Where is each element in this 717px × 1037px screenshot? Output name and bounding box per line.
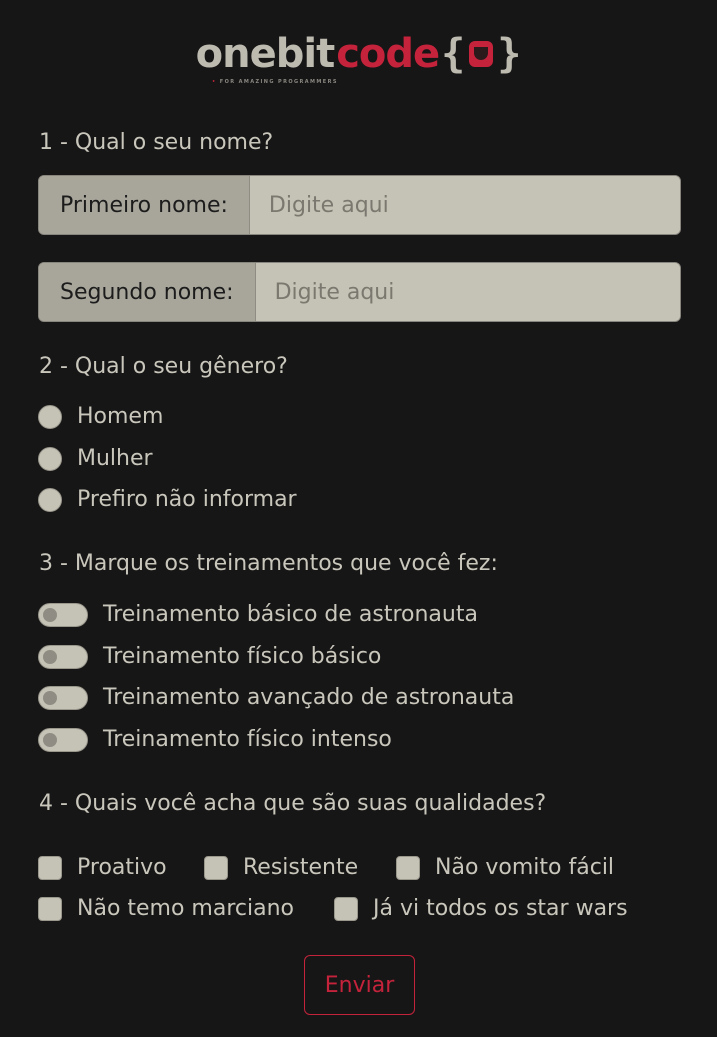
first-name-input[interactable]: [249, 176, 680, 234]
logo-brace-open: {: [441, 31, 466, 77]
checkbox[interactable]: [204, 855, 228, 880]
logo-tagline: • FOR AMAZING PROGRAMMERS: [212, 79, 338, 85]
last-name-group: Segundo nome:: [38, 262, 681, 322]
checkbox[interactable]: [396, 855, 420, 880]
radio-button[interactable]: [38, 404, 62, 429]
gender-option-homem[interactable]: Homem: [38, 404, 163, 429]
toggle-switch[interactable]: [38, 602, 88, 627]
quality-resistente[interactable]: Resistente: [204, 855, 358, 880]
question-trainings: 3 - Marque os treinamentos que você fez:: [39, 551, 498, 576]
quality-nao-vomito[interactable]: Não vomito fácil: [396, 855, 614, 880]
quality-label: Proativo: [77, 855, 167, 880]
quality-label: Não vomito fácil: [435, 855, 615, 880]
question-gender: 2 - Qual o seu gênero?: [39, 354, 288, 379]
first-name-group: Primeiro nome:: [38, 175, 681, 235]
training-fisico-intenso[interactable]: Treinamento físico intenso: [38, 727, 392, 752]
submit-button[interactable]: Enviar: [304, 955, 415, 1015]
question-name: 1 - Qual o seu nome?: [39, 130, 274, 155]
quality-star-wars[interactable]: Já vi todos os star wars: [334, 896, 628, 921]
last-name-label: Segundo nome:: [39, 263, 256, 321]
logo-word-two: code: [336, 31, 440, 77]
quality-nao-temo-marciano[interactable]: Não temo marciano: [38, 896, 294, 921]
checkbox[interactable]: [38, 855, 62, 880]
training-label: Treinamento físico intenso: [103, 727, 392, 752]
training-label: Treinamento básico de astronauta: [103, 602, 478, 627]
last-name-input[interactable]: [255, 263, 680, 321]
quality-label: Já vi todos os star wars: [373, 896, 628, 921]
gender-option-label: Homem: [77, 404, 164, 429]
first-name-label: Primeiro nome:: [39, 176, 250, 234]
gender-option-prefiro[interactable]: Prefiro não informar: [38, 487, 297, 512]
training-avancado-astronauta[interactable]: Treinamento avançado de astronauta: [38, 685, 514, 710]
toggle-switch[interactable]: [38, 644, 88, 669]
training-fisico-basico[interactable]: Treinamento físico básico: [38, 644, 381, 669]
training-label: Treinamento avançado de astronauta: [103, 685, 515, 710]
toggle-switch[interactable]: [38, 685, 88, 710]
rock-hand-icon: [469, 41, 494, 67]
logo-brace-close: }: [497, 31, 522, 77]
quality-label: Não temo marciano: [77, 896, 295, 921]
training-basico-astronauta[interactable]: Treinamento básico de astronauta: [38, 602, 478, 627]
gender-option-label: Prefiro não informar: [77, 487, 297, 512]
checkbox[interactable]: [38, 896, 62, 921]
radio-button[interactable]: [38, 446, 62, 471]
training-label: Treinamento físico básico: [103, 644, 382, 669]
radio-button[interactable]: [38, 487, 62, 512]
question-qualities: 4 - Quais você acha que são suas qualida…: [39, 791, 547, 816]
gender-option-label: Mulher: [77, 446, 153, 471]
logo-word-one: onebit: [195, 31, 336, 77]
toggle-switch[interactable]: [38, 727, 88, 752]
logo: onebit code{}: [0, 30, 717, 78]
quality-proativo[interactable]: Proativo: [38, 855, 167, 880]
gender-option-mulher[interactable]: Mulher: [38, 446, 153, 471]
checkbox[interactable]: [334, 896, 358, 921]
quality-label: Resistente: [243, 855, 359, 880]
